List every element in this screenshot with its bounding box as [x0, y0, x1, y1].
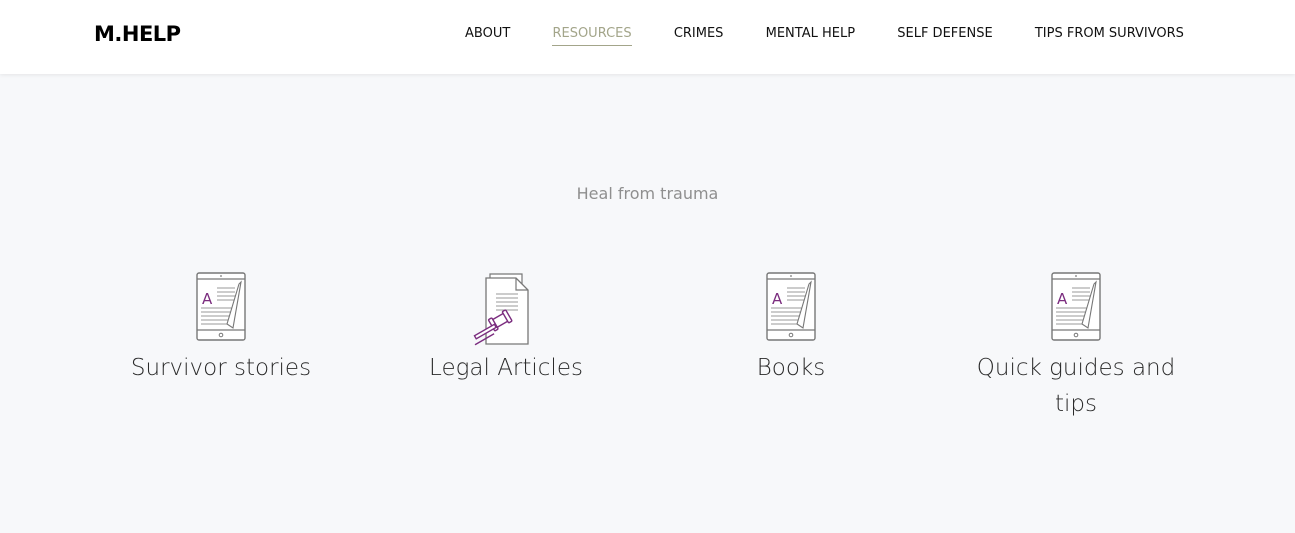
card-books[interactable]: A Books [671, 272, 911, 386]
svg-text:A: A [772, 290, 783, 308]
main-nav: ABOUT RESOURCES CRIMES MENTAL HELP SELF … [465, 26, 1184, 46]
card-quick-guides[interactable]: A Quick guides and tips [956, 272, 1196, 422]
site-header: M.HELP ABOUT RESOURCES CRIMES MENTAL HEL… [0, 0, 1295, 74]
svg-text:A: A [1057, 290, 1068, 308]
nav-item-resources[interactable]: RESOURCES [552, 26, 632, 46]
tablet-document-icon: A [196, 272, 246, 341]
card-label: Legal Articles [429, 355, 583, 381]
nav-item-crimes[interactable]: CRIMES [674, 26, 724, 45]
tablet-document-icon: A [1051, 272, 1101, 341]
card-survivor-stories[interactable]: A Survivor stories [101, 272, 341, 386]
card-label: Quick guides and tips [976, 355, 1176, 417]
section-subtitle: Heal from trauma [576, 184, 719, 203]
nav-item-mental-help[interactable]: MENTAL HELP [766, 26, 855, 45]
svg-text:A: A [202, 290, 213, 308]
card-label: Books [756, 355, 826, 381]
nav-item-about[interactable]: ABOUT [465, 26, 510, 45]
tablet-document-icon: A [766, 272, 816, 341]
card-label: Survivor stories [130, 355, 312, 381]
nav-item-tips-from-survivors[interactable]: TIPS FROM SURVIVORS [1035, 26, 1184, 45]
nav-item-self-defense[interactable]: SELF DEFENSE [897, 26, 992, 45]
gavel-document-icon [473, 273, 529, 346]
card-legal-articles[interactable]: Legal Articles [386, 272, 626, 386]
site-logo[interactable]: M.HELP [94, 22, 181, 46]
